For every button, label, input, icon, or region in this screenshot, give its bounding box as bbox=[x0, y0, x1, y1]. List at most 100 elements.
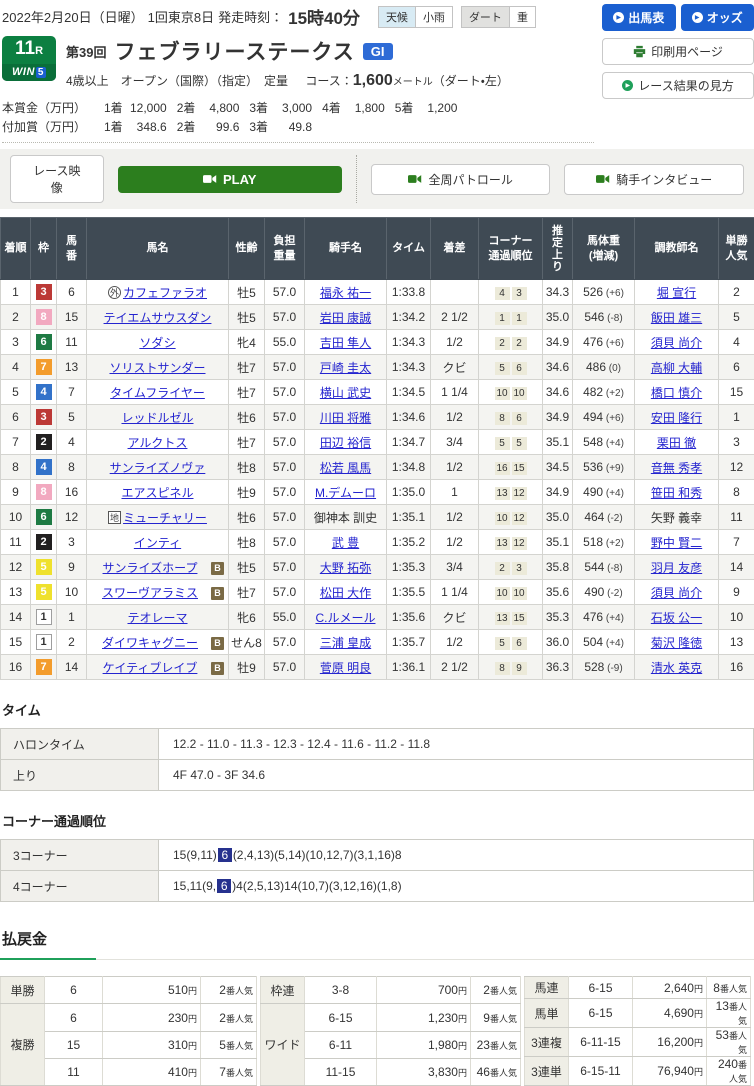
trainer-cell: 音無 秀孝 bbox=[635, 455, 719, 480]
prize-label: 付加賞（万円） bbox=[2, 118, 94, 137]
header-left: 2022年2月20日（日曜） 1回東京8日 発走時刻： 15時40分 天候小雨ダ… bbox=[2, 4, 594, 143]
patrol-video-button[interactable]: 全周パトロール bbox=[371, 164, 551, 195]
horse-link[interactable]: サンライズノヴァ bbox=[110, 461, 206, 475]
trainer-link[interactable]: 栗田 徹 bbox=[657, 436, 696, 450]
popularity-unit: 番人気 bbox=[490, 1041, 517, 1051]
jockey-link[interactable]: 岩田 康誠 bbox=[320, 311, 371, 325]
horse-link[interactable]: サンライズホープ bbox=[103, 561, 198, 575]
payout-type-label: 枠連 bbox=[261, 977, 305, 1004]
frame-number: 5 bbox=[36, 584, 52, 600]
horse-link[interactable]: アルクトス bbox=[128, 436, 188, 450]
trainer-link[interactable]: 飯田 雄三 bbox=[651, 311, 702, 325]
race-number-badge: 11R WIN5 bbox=[2, 36, 56, 81]
finish-position: 12 bbox=[1, 555, 31, 580]
print-button[interactable]: 印刷用ページ bbox=[602, 38, 754, 65]
jockey-cell: 松若 風馬 bbox=[305, 455, 387, 480]
jockey-link[interactable]: 戸崎 圭太 bbox=[320, 361, 371, 375]
horse-link[interactable]: テオレーマ bbox=[127, 611, 187, 625]
odds-button[interactable]: ▶オッズ bbox=[681, 4, 754, 31]
trainer-link[interactable]: 橋口 慎介 bbox=[651, 386, 702, 400]
weather-tag: ダート重 bbox=[461, 6, 536, 28]
margin: 2 1/2 bbox=[431, 305, 479, 330]
corner-position: 5 bbox=[512, 437, 527, 450]
corner-positions: 1312 bbox=[479, 480, 543, 505]
frame-number: 3 bbox=[36, 409, 52, 425]
trainer-link[interactable]: 石坂 公一 bbox=[651, 611, 702, 625]
trainer-link[interactable]: 堀 宣行 bbox=[657, 286, 696, 300]
jockey-link[interactable]: 菅原 明良 bbox=[320, 661, 371, 675]
amount-value: 3,830 bbox=[428, 1065, 458, 1079]
jockey-link[interactable]: 横山 武史 bbox=[320, 386, 371, 400]
horse-link[interactable]: スワーヴアラミス bbox=[102, 586, 198, 600]
column-header: 枠 bbox=[31, 218, 57, 280]
payout-type-label: ワイド bbox=[261, 1004, 305, 1086]
trainer-link[interactable]: 羽月 友彦 bbox=[651, 561, 702, 575]
payout-combination: 6-15 bbox=[305, 1004, 377, 1031]
horse-number: 14 bbox=[57, 655, 87, 680]
play-button[interactable]: PLAY bbox=[118, 166, 342, 193]
horse-link[interactable]: ミューチャリー bbox=[123, 511, 207, 525]
payout-combination: 6-15 bbox=[569, 977, 633, 999]
jockey-link[interactable]: M.デムーロ bbox=[315, 486, 376, 500]
race-result-page: 2022年2月20日（日曜） 1回東京8日 発走時刻： 15時40分 天候小雨ダ… bbox=[0, 0, 754, 1086]
time-row: ハロンタイム12.2 - 11.0 - 11.3 - 12.3 - 12.4 -… bbox=[1, 729, 754, 760]
corner-row: 4コーナー15,11(9,6)4(2,5,13)14(10,7)(3,12,16… bbox=[1, 871, 754, 902]
corner-position: 15 bbox=[512, 462, 527, 475]
entries-button[interactable]: ▶出馬表 bbox=[602, 4, 676, 31]
corner-positions: 86 bbox=[479, 405, 543, 430]
trainer-link[interactable]: 野中 賢二 bbox=[651, 536, 702, 550]
time-value: 4F 47.0 - 3F 34.6 bbox=[159, 760, 754, 791]
trainer-link[interactable]: 菊沢 隆徳 bbox=[651, 636, 702, 650]
horse-link[interactable]: ソダシ bbox=[139, 336, 175, 350]
horse-link[interactable]: ソリストサンダー bbox=[109, 361, 205, 375]
finish-time: 1:34.5 bbox=[387, 380, 431, 405]
finish-position: 2 bbox=[1, 305, 31, 330]
trainer-link[interactable]: 笹田 和秀 bbox=[651, 486, 702, 500]
jockey-link[interactable]: 川田 将雅 bbox=[320, 411, 371, 425]
jockey-link[interactable]: 吉田 隼人 bbox=[320, 336, 371, 350]
horse-link[interactable]: タイムフライヤー bbox=[110, 386, 205, 400]
jockey-link[interactable]: 大野 拓弥 bbox=[320, 561, 371, 575]
jockey-link[interactable]: 田辺 裕信 bbox=[320, 436, 371, 450]
guide-button[interactable]: ▶レース結果の見方 bbox=[602, 72, 754, 99]
corner-position: 12 bbox=[512, 537, 527, 550]
horse-name-cell: エアスピネル bbox=[87, 480, 229, 505]
corner-position: 5 bbox=[495, 437, 510, 450]
trainer-link[interactable]: 須貝 尚介 bbox=[651, 586, 702, 600]
trainer-link[interactable]: 安田 隆行 bbox=[651, 411, 702, 425]
jockey-link[interactable]: 福永 祐一 bbox=[320, 286, 371, 300]
payout-popularity: 23番人気 bbox=[471, 1031, 521, 1058]
margin bbox=[431, 280, 479, 305]
amount-value: 76,940 bbox=[657, 1064, 694, 1078]
jockey-link[interactable]: 武 豊 bbox=[332, 536, 359, 550]
frame-number: 7 bbox=[36, 359, 52, 375]
jockey-link[interactable]: 松若 風馬 bbox=[320, 461, 371, 475]
horse-link[interactable]: レッドルゼル bbox=[121, 411, 193, 425]
horse-link[interactable]: インティ bbox=[134, 536, 181, 550]
horse-link[interactable]: ダイワキャグニー bbox=[102, 636, 198, 650]
payout-amount: 16,200円 bbox=[633, 1028, 707, 1057]
jockey-interview-button[interactable]: 騎手インタビュー bbox=[564, 164, 744, 195]
time-value: 12.2 - 11.0 - 11.3 - 12.3 - 12.4 - 11.6 … bbox=[159, 729, 754, 760]
result-row: 13510Bスワーヴアラミス牡757.0松田 大作1:35.51 1/41010… bbox=[1, 580, 754, 605]
race-video-button[interactable]: レース映像 bbox=[10, 155, 104, 203]
horse-link[interactable]: テイエムサウスダン bbox=[104, 311, 212, 325]
trainer-link[interactable]: 清水 英克 bbox=[651, 661, 702, 675]
jockey-link[interactable]: 松田 大作 bbox=[320, 586, 371, 600]
frame-cell: 6 bbox=[31, 505, 57, 530]
corner-positions: 1312 bbox=[479, 530, 543, 555]
horse-link[interactable]: エアスピネル bbox=[121, 486, 193, 500]
corner-position: 2 bbox=[495, 562, 510, 575]
horse-link[interactable]: カフェファラオ bbox=[123, 286, 207, 300]
result-row: 16714Bケイティブレイブ牡957.0菅原 明良1:36.12 1/28936… bbox=[1, 655, 754, 680]
jockey-link[interactable]: C.ルメール bbox=[315, 611, 375, 625]
jockey-link[interactable]: 三浦 皇成 bbox=[320, 636, 371, 650]
sex-age: 牡7 bbox=[229, 380, 265, 405]
margin: 2 1/2 bbox=[431, 655, 479, 680]
trainer-link[interactable]: 高柳 大輔 bbox=[651, 361, 702, 375]
popularity-unit: 番人気 bbox=[720, 984, 747, 994]
trainer-link[interactable]: 須貝 尚介 bbox=[651, 336, 702, 350]
horse-link[interactable]: ケイティブレイブ bbox=[103, 661, 198, 675]
trainer-link[interactable]: 音無 秀孝 bbox=[651, 461, 702, 475]
weather-value: 小雨 bbox=[415, 6, 453, 28]
